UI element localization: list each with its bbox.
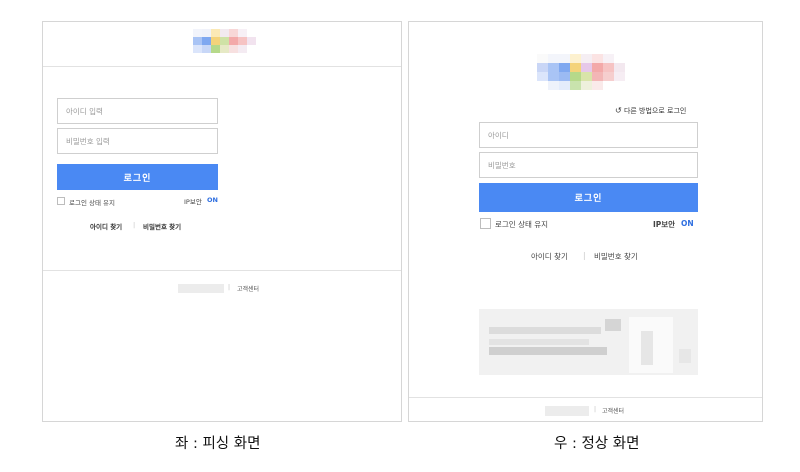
keep-login-checkbox[interactable]: [480, 218, 491, 229]
keep-login-checkbox[interactable]: [57, 197, 65, 205]
id-input[interactable]: 아이디: [479, 122, 698, 148]
other-method-label: 다른 방법으로 로그인: [623, 107, 687, 115]
footer-brand-blurred: [178, 284, 224, 293]
password-input[interactable]: 비밀번호: [479, 152, 698, 178]
footer-divider-bar: |: [594, 406, 597, 413]
link-divider: |: [133, 221, 136, 229]
phishing-login-panel: 아이디 입력 비밀번호 입력 로그인 로그인 상태 유지 IP보안 ON 아이디…: [42, 21, 402, 422]
ip-security-toggle[interactable]: ON: [681, 219, 694, 228]
ip-security-toggle[interactable]: ON: [207, 196, 218, 204]
keep-login-label: 로그인 상태 유지: [495, 220, 549, 229]
blurred-banner: [479, 309, 698, 375]
id-input[interactable]: 아이디 입력: [57, 98, 218, 124]
footer-brand-blurred: [545, 406, 589, 416]
customer-center-link[interactable]: 고객센터: [602, 406, 624, 415]
find-id-link[interactable]: 아이디 찾기: [531, 251, 568, 262]
footer-divider: [409, 397, 762, 398]
footer-divider-bar: |: [228, 284, 231, 291]
ip-security-label: IP보안: [653, 220, 676, 229]
login-button[interactable]: 로그인: [57, 164, 218, 190]
normal-login-panel: ↺ 다른 방법으로 로그인 아이디 비밀번호 로그인 로그인 상태 유지 IP보…: [408, 21, 763, 422]
footer-divider: [43, 270, 401, 271]
link-divider: |: [583, 251, 586, 260]
site-logo-blurred: [537, 54, 625, 90]
keep-login-label: 로그인 상태 유지: [69, 199, 115, 207]
header-divider: [43, 66, 401, 67]
login-button[interactable]: 로그인: [479, 183, 698, 212]
find-password-link[interactable]: 비밀번호 찾기: [594, 251, 638, 262]
refresh-icon: ↺: [615, 106, 622, 115]
caption-right: 우 : 정상 화면: [554, 436, 640, 452]
find-password-link[interactable]: 비밀번호 찾기: [143, 221, 181, 231]
caption-left: 좌 : 피싱 화면: [175, 436, 261, 452]
find-id-link[interactable]: 아이디 찾기: [90, 221, 122, 231]
ip-security-label: IP보안: [184, 198, 202, 206]
other-method-link[interactable]: ↺ 다른 방법으로 로그인: [615, 106, 686, 116]
site-logo-blurred: [193, 29, 256, 53]
customer-center-link[interactable]: 고객센터: [237, 284, 259, 293]
password-input[interactable]: 비밀번호 입력: [57, 128, 218, 154]
